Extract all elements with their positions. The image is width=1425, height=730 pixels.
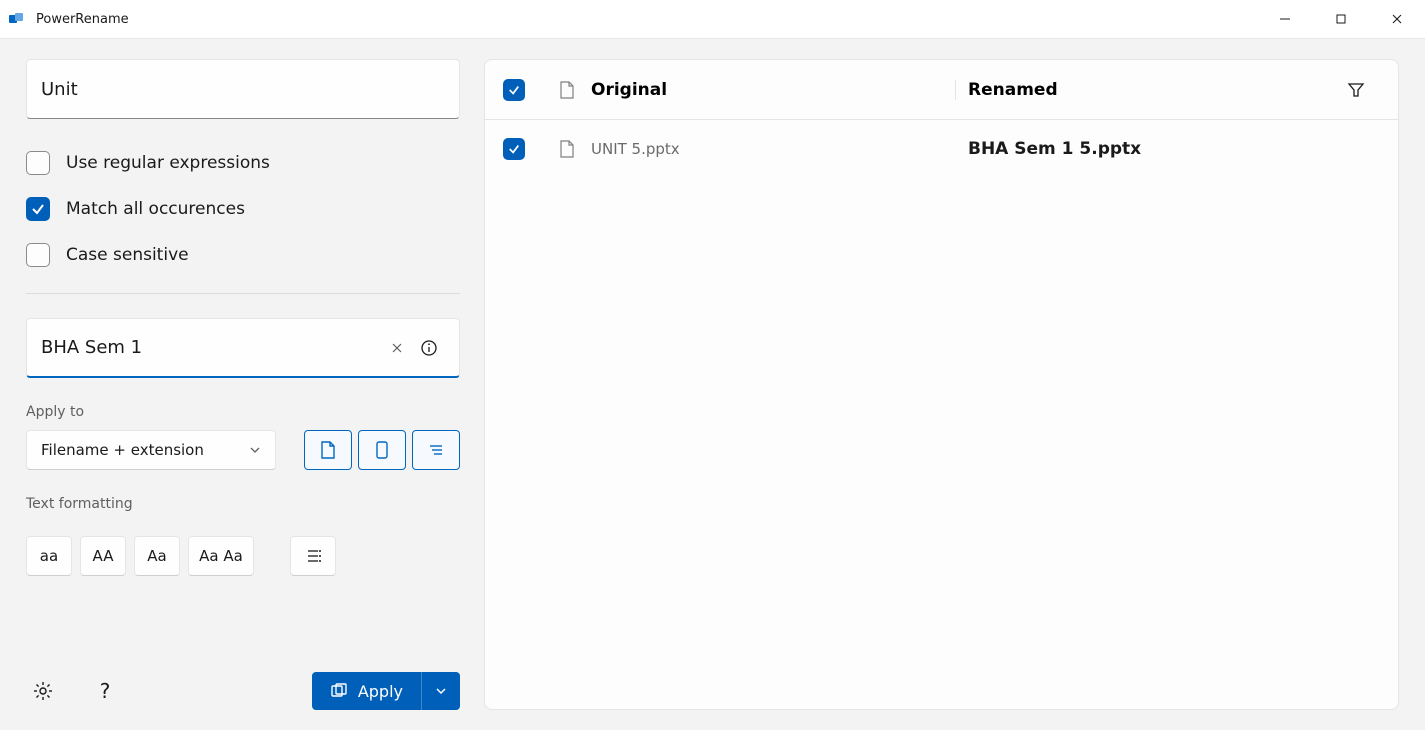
chevron-down-icon bbox=[435, 685, 447, 697]
app-icon bbox=[8, 10, 26, 28]
row-renamed-name: BHA Sem 1 5.pptx bbox=[956, 139, 1336, 159]
window-controls bbox=[1257, 0, 1425, 38]
option-match-all-label: Match all occurences bbox=[66, 199, 245, 219]
maximize-button[interactable] bbox=[1313, 0, 1369, 38]
preview-panel: Original Renamed UNIT 5.pptx BHA Sem 1 5… bbox=[484, 59, 1399, 710]
filter-icon bbox=[1347, 81, 1365, 99]
file-icon bbox=[559, 81, 575, 99]
file-icon-header bbox=[547, 81, 587, 99]
format-lowercase-button[interactable]: aa bbox=[26, 536, 72, 576]
row-file-icon bbox=[547, 140, 587, 158]
option-regex[interactable]: Use regular expressions bbox=[26, 151, 460, 175]
option-regex-label: Use regular expressions bbox=[66, 153, 270, 173]
chevron-down-icon bbox=[249, 444, 261, 456]
apply-to-select[interactable]: Filename + extension bbox=[26, 430, 276, 470]
replace-info-button[interactable] bbox=[413, 332, 445, 364]
close-button[interactable] bbox=[1369, 0, 1425, 38]
include-subfolders-toggle[interactable] bbox=[412, 430, 460, 470]
format-capitalize-each-button[interactable]: Aa Aa bbox=[188, 536, 254, 576]
filter-button[interactable] bbox=[1336, 81, 1376, 99]
preview-header: Original Renamed bbox=[485, 60, 1398, 120]
gear-icon bbox=[33, 681, 53, 701]
app-title: PowerRename bbox=[36, 12, 129, 27]
format-titlecase-button[interactable]: Aa bbox=[134, 536, 180, 576]
text-formatting-label: Text formatting bbox=[26, 496, 460, 512]
settings-button[interactable] bbox=[26, 674, 60, 708]
apply-to-label: Apply to bbox=[26, 404, 460, 420]
checkbox-icon bbox=[26, 243, 50, 267]
help-button[interactable]: ? bbox=[88, 674, 122, 708]
separator bbox=[26, 293, 460, 294]
option-case-sensitive[interactable]: Case sensitive bbox=[26, 243, 460, 267]
row-original-name: UNIT 5.pptx bbox=[587, 140, 956, 158]
preview-row[interactable]: UNIT 5.pptx BHA Sem 1 5.pptx bbox=[485, 120, 1398, 178]
apply-button-label: Apply bbox=[358, 682, 403, 701]
include-folders-toggle[interactable] bbox=[358, 430, 406, 470]
clear-replace-button[interactable] bbox=[381, 332, 413, 364]
replace-input-box[interactable] bbox=[26, 318, 460, 378]
apply-dropdown-button[interactable] bbox=[422, 672, 460, 710]
apply-target-toggles bbox=[304, 430, 460, 470]
column-renamed-header[interactable]: Renamed bbox=[956, 80, 1336, 100]
text-formatting-group: aa AA Aa Aa Aa bbox=[26, 536, 460, 576]
option-case-sensitive-label: Case sensitive bbox=[66, 245, 189, 265]
apply-to-value: Filename + extension bbox=[41, 441, 204, 459]
column-original-header[interactable]: Original bbox=[587, 80, 956, 100]
apply-button[interactable]: Apply bbox=[312, 672, 422, 710]
left-bottom-bar: ? Apply bbox=[26, 652, 460, 710]
select-all-checkbox[interactable] bbox=[503, 79, 525, 101]
titlebar: PowerRename bbox=[0, 0, 1425, 38]
option-match-all[interactable]: Match all occurences bbox=[26, 197, 460, 221]
file-icon bbox=[559, 140, 575, 158]
checkbox-icon bbox=[26, 197, 50, 221]
search-input[interactable] bbox=[41, 79, 445, 100]
checkbox-icon bbox=[26, 151, 50, 175]
search-input-box[interactable] bbox=[26, 59, 460, 119]
minimize-button[interactable] bbox=[1257, 0, 1313, 38]
help-icon: ? bbox=[100, 681, 111, 701]
row-checkbox[interactable] bbox=[503, 138, 525, 160]
enumerate-button[interactable] bbox=[290, 536, 336, 576]
format-uppercase-button[interactable]: AA bbox=[80, 536, 126, 576]
apply-icon bbox=[330, 682, 348, 700]
left-panel: Use regular expressions Match all occure… bbox=[26, 59, 460, 710]
include-files-toggle[interactable] bbox=[304, 430, 352, 470]
app-body: Use regular expressions Match all occure… bbox=[0, 38, 1425, 730]
apply-split-button: Apply bbox=[312, 672, 460, 710]
replace-input[interactable] bbox=[41, 337, 381, 358]
